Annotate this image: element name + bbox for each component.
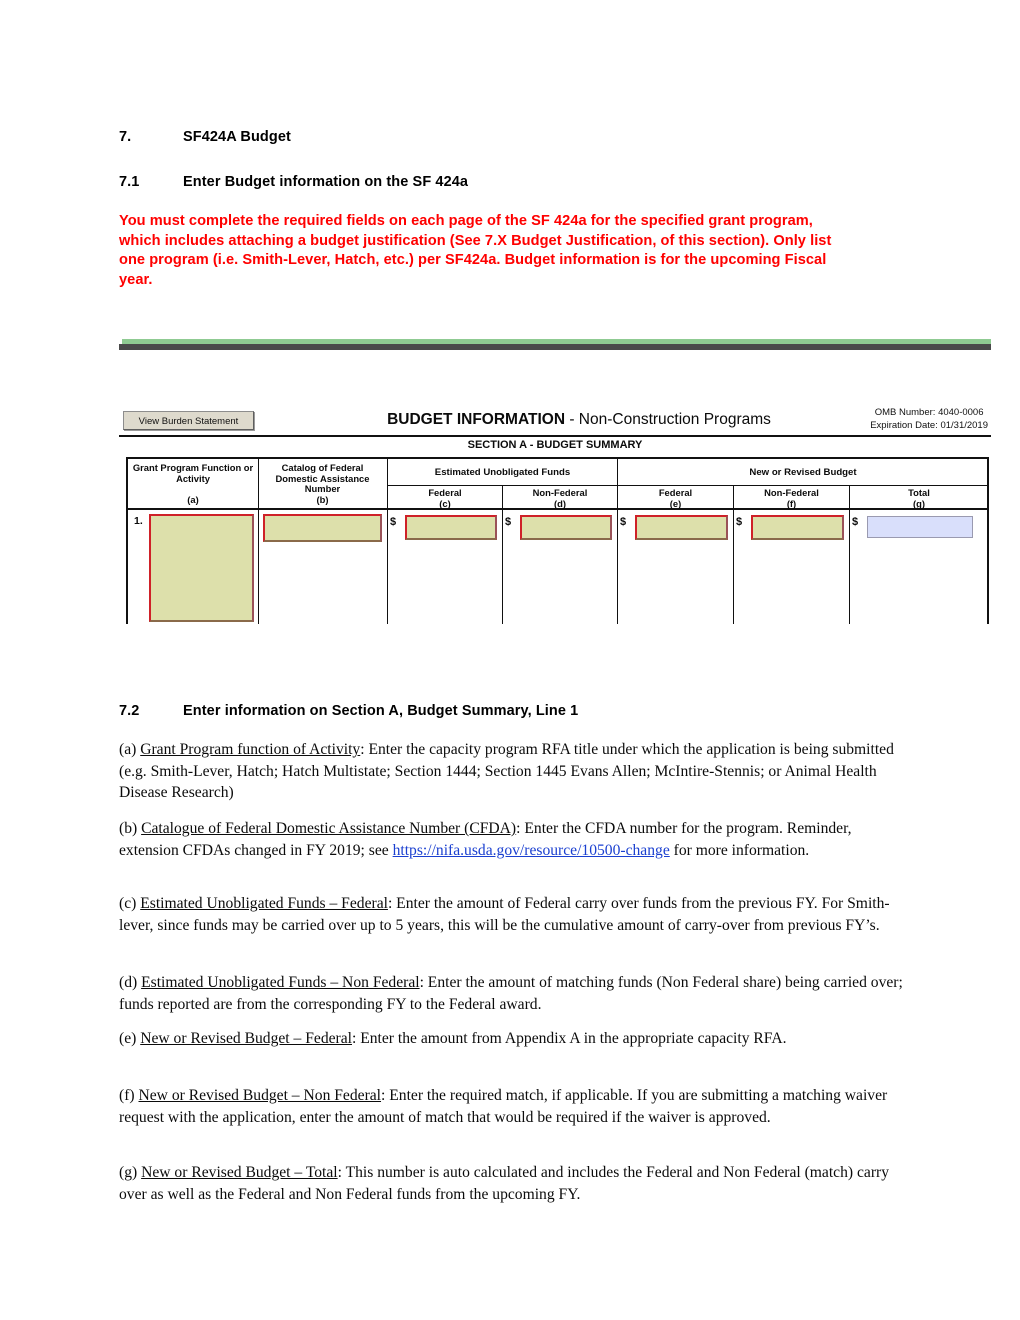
row-divider-b-c bbox=[387, 510, 388, 624]
form-title: BUDGET INFORMATION - Non-Construction Pr… bbox=[299, 411, 859, 429]
column-header-d-text: Non-Federal bbox=[532, 487, 588, 498]
instruction-term-c: Estimated Unobligated Funds – Federal bbox=[140, 895, 388, 912]
section-heading-7-1-number: 7.1 bbox=[119, 174, 140, 190]
unobligated-nonfederal-field[interactable] bbox=[520, 515, 612, 540]
instruction-term-a: Grant Program function of Activity bbox=[140, 741, 361, 758]
budget-table-header: Grant Program Function or Activity (a) C… bbox=[128, 459, 987, 510]
currency-symbol-f: $ bbox=[736, 516, 743, 528]
instruction-item-d: (d) Estimated Unobligated Funds – Non Fe… bbox=[119, 972, 905, 1015]
currency-symbol-d: $ bbox=[505, 516, 512, 528]
currency-symbol-e: $ bbox=[620, 516, 627, 528]
grant-program-field[interactable] bbox=[149, 514, 254, 622]
instruction-item-a: (a) Grant Program function of Activity: … bbox=[119, 739, 905, 804]
section-heading-7-title: SF424A Budget bbox=[183, 129, 291, 145]
column-header-f-letter: (f) bbox=[786, 497, 797, 509]
column-header-a-letter: (a) bbox=[187, 494, 199, 505]
section-heading-7-1-title: Enter Budget information on the SF 424a bbox=[183, 174, 469, 190]
row-divider-c-d bbox=[502, 510, 503, 624]
section-heading-7-1: 7.1 Enter Budget information on the SF 42… bbox=[119, 174, 468, 190]
column-header-d-letter: (d) bbox=[554, 497, 566, 509]
column-header-c-letter: (c) bbox=[439, 497, 451, 509]
omb-number: OMB Number: 4040-0006 bbox=[874, 407, 984, 418]
column-header-b-text: Catalog of Federal Domestic Assistance N… bbox=[275, 462, 370, 494]
instruction-marker-f: (f) bbox=[119, 1087, 135, 1104]
new-budget-federal-field[interactable] bbox=[635, 515, 728, 540]
instruction-term-d: Estimated Unobligated Funds – Non Federa… bbox=[141, 974, 420, 991]
header-divider-a-b bbox=[258, 459, 259, 508]
instruction-item-g: (g) New or Revised Budget – Total: This … bbox=[119, 1162, 905, 1205]
form-header-divider bbox=[119, 435, 991, 437]
budget-summary-table: Grant Program Function or Activity (a) C… bbox=[126, 457, 989, 624]
instruction-term-f: New or Revised Budget – Non Federal bbox=[138, 1087, 382, 1104]
section-heading-7-2: 7.2 Enter information on Section A, Budge… bbox=[119, 703, 578, 719]
form-title-rest: - Non-Construction Programs bbox=[565, 411, 771, 428]
group-header-unobligated: Estimated Unobligated Funds bbox=[434, 467, 571, 478]
column-header-g: Total (g) bbox=[851, 487, 987, 509]
column-header-b-letter: (b) bbox=[316, 494, 329, 505]
budget-table-row-1: 1. $ $ $ $ $ bbox=[128, 510, 987, 624]
sf424a-form-image: View Burden Statement BUDGET INFORMATION… bbox=[119, 339, 991, 624]
currency-symbol-c: $ bbox=[390, 516, 397, 528]
instruction-body-e: : Enter the amount from Appendix A in th… bbox=[351, 1030, 787, 1047]
document-page: 7. SF424A Budget 7.1 Enter Budget informat… bbox=[0, 0, 1020, 1320]
form-title-bold: BUDGET INFORMATION bbox=[387, 411, 566, 428]
row-divider-d-e bbox=[617, 510, 618, 624]
section-heading-7-number: 7. bbox=[119, 129, 132, 145]
header-divider-e-f bbox=[733, 485, 734, 508]
cfda-number-field[interactable] bbox=[263, 514, 382, 542]
instruction-item-f: (f) New or Revised Budget – Non Federal:… bbox=[119, 1085, 905, 1128]
header-divider-f-g bbox=[849, 485, 850, 508]
row-divider-e-f bbox=[733, 510, 734, 624]
column-header-c: Federal (c) bbox=[389, 487, 501, 509]
instruction-marker-g: (g) bbox=[119, 1164, 138, 1181]
column-header-a-text: Grant Program Function or Activity bbox=[132, 462, 254, 484]
section-heading-7-2-number: 7.2 bbox=[119, 703, 140, 719]
header-divider-c-d bbox=[502, 485, 503, 508]
header-divider-d-e bbox=[617, 459, 618, 508]
column-header-b: Catalog of Federal Domestic Assistance N… bbox=[260, 462, 385, 495]
instruction-body-b-after: for more information. bbox=[669, 841, 810, 859]
unobligated-federal-field[interactable] bbox=[405, 515, 497, 540]
section-heading-7: 7. SF424A Budget bbox=[119, 129, 291, 145]
column-header-g-letter: (g) bbox=[913, 497, 925, 509]
column-header-d: Non-Federal (d) bbox=[504, 487, 616, 509]
column-header-f: Non-Federal (f) bbox=[735, 487, 848, 509]
currency-symbol-g: $ bbox=[852, 516, 859, 528]
column-header-a: Grant Program Function or Activity bbox=[130, 462, 256, 484]
instruction-term-g: New or Revised Budget – Total bbox=[141, 1164, 338, 1181]
instruction-marker-a: (a) bbox=[119, 741, 137, 758]
warning-paragraph: You must complete the required fields on… bbox=[119, 213, 832, 288]
section-a-title: SECTION A - BUDGET SUMMARY bbox=[467, 439, 643, 451]
section-heading-7-2-title: Enter information on Section A, Budget S… bbox=[183, 703, 579, 719]
column-header-e-letter: (e) bbox=[669, 497, 682, 509]
instruction-item-c: (c) Estimated Unobligated Funds – Federa… bbox=[119, 893, 905, 936]
column-header-g-text: Total bbox=[908, 487, 930, 498]
instruction-marker-e: (e) bbox=[119, 1030, 137, 1047]
column-header-c-text: Federal bbox=[428, 487, 462, 498]
instruction-marker-c: (c) bbox=[119, 895, 137, 912]
group-header-new-revised-rule bbox=[618, 485, 987, 486]
instruction-item-e: (e) New or Revised Budget – Federal: Ent… bbox=[119, 1028, 905, 1050]
instruction-term-b: Catalogue of Federal Domestic Assistance… bbox=[141, 820, 517, 837]
instruction-marker-b: (b) bbox=[119, 820, 138, 837]
new-budget-total-field bbox=[867, 516, 973, 538]
new-budget-nonfederal-field[interactable] bbox=[751, 515, 844, 540]
header-divider-b-c bbox=[387, 459, 388, 508]
instruction-term-e: New or Revised Budget – Federal bbox=[140, 1030, 352, 1047]
row-divider-a-b bbox=[258, 510, 259, 624]
group-header-new-revised: New or Revised Budget bbox=[749, 467, 857, 478]
row-divider-f-g bbox=[849, 510, 850, 624]
group-header-unobligated-rule bbox=[388, 485, 617, 486]
instruction-item-b: (b) Catalogue of Federal Domestic Assist… bbox=[119, 818, 905, 861]
row-number-1: 1. bbox=[134, 515, 143, 527]
omb-info: OMB Number: 4040-0006 Expiration Date: 0… bbox=[870, 407, 988, 432]
column-header-e-text: Federal bbox=[658, 487, 693, 498]
omb-expiration-date: Expiration Date: 01/31/2019 bbox=[870, 419, 988, 431]
form-accent-bar-dark bbox=[119, 344, 991, 350]
view-burden-statement-button[interactable]: View Burden Statement bbox=[123, 411, 254, 430]
cfda-change-link[interactable]: https://nifa.usda.gov/resource/10500-cha… bbox=[393, 842, 670, 859]
column-header-e: Federal (e) bbox=[619, 487, 732, 509]
instruction-marker-d: (d) bbox=[119, 974, 138, 991]
column-header-f-text: Non-Federal bbox=[764, 487, 819, 498]
